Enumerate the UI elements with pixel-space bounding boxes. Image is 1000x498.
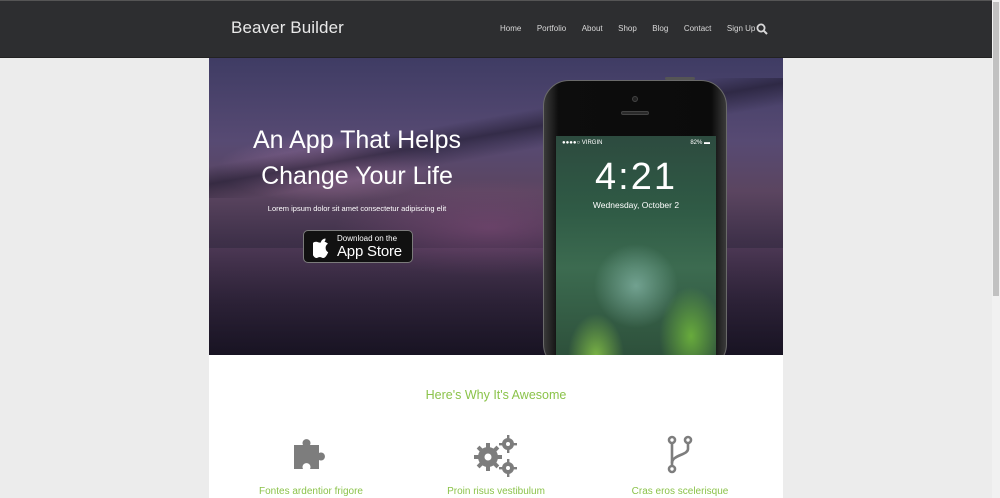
nav-about[interactable]: About	[582, 24, 603, 33]
phone-screen: ●●●●○ VIRGIN 82% ▬ 4:21 Wednesday, Octob…	[556, 136, 716, 355]
site-header: Beaver Builder Home Portfolio About Shop…	[0, 0, 992, 58]
phone-clock: 4:21	[595, 156, 677, 198]
feature-title: Cras eros scelerisque	[631, 486, 729, 497]
phone-camera	[632, 96, 638, 102]
phone-mockup: ●●●●○ VIRGIN 82% ▬ 4:21 Wednesday, Octob…	[543, 80, 727, 355]
app-store-big-label: App Store	[337, 243, 402, 260]
puzzle-icon	[294, 439, 325, 469]
feature-item: Fontes ardentior frigore	[216, 435, 406, 497]
nav-home[interactable]: Home	[500, 24, 521, 33]
phone-battery: 82% ▬	[690, 140, 710, 146]
feature-title: Proin risus vestibulum	[447, 486, 545, 497]
features-section: Here's Why It's Awesome Fontes ardentior…	[209, 355, 783, 498]
nav-portfolio[interactable]: Portfolio	[537, 24, 566, 33]
app-store-button[interactable]: Download on the App Store	[303, 230, 413, 263]
feature-item: Proin risus vestibulum	[401, 435, 591, 497]
hero-title: An App That Helps Change Your Life	[229, 122, 485, 194]
hero-title-line1: An App That Helps	[252, 126, 461, 154]
nav-contact[interactable]: Contact	[684, 24, 712, 33]
phone-status-bar: ●●●●○ VIRGIN 82% ▬	[562, 140, 710, 146]
code-fork-icon	[667, 435, 693, 474]
nav-blog[interactable]: Blog	[652, 24, 668, 33]
phone-speaker	[621, 111, 649, 115]
phone-date: Wednesday, October 2	[592, 200, 680, 210]
feature-title: Fontes ardentior frigore	[259, 486, 363, 497]
features-heading: Here's Why It's Awesome	[425, 388, 567, 402]
hero-section: An App That Helps Change Your Life Lorem…	[209, 58, 783, 355]
scrollbar-thumb[interactable]	[993, 2, 999, 296]
hero-title-line2: Change Your Life	[261, 162, 453, 190]
nav-signup[interactable]: Sign Up	[727, 24, 755, 33]
page-scrollbar[interactable]	[992, 0, 1000, 498]
apple-icon	[313, 238, 329, 258]
phone-carrier: ●●●●○ VIRGIN	[562, 140, 603, 146]
feature-item: Cras eros scelerisque	[585, 435, 775, 497]
search-icon[interactable]	[756, 23, 768, 35]
site-brand[interactable]: Beaver Builder	[231, 18, 344, 38]
nav-shop[interactable]: Shop	[618, 24, 637, 33]
hero-subtitle: Lorem ipsum dolor sit amet consectetur a…	[267, 204, 447, 213]
gears-icon	[474, 435, 517, 477]
main-nav: Home Portfolio About Shop Blog Contact S…	[500, 24, 771, 33]
app-store-small-label: Download on the	[337, 234, 398, 243]
